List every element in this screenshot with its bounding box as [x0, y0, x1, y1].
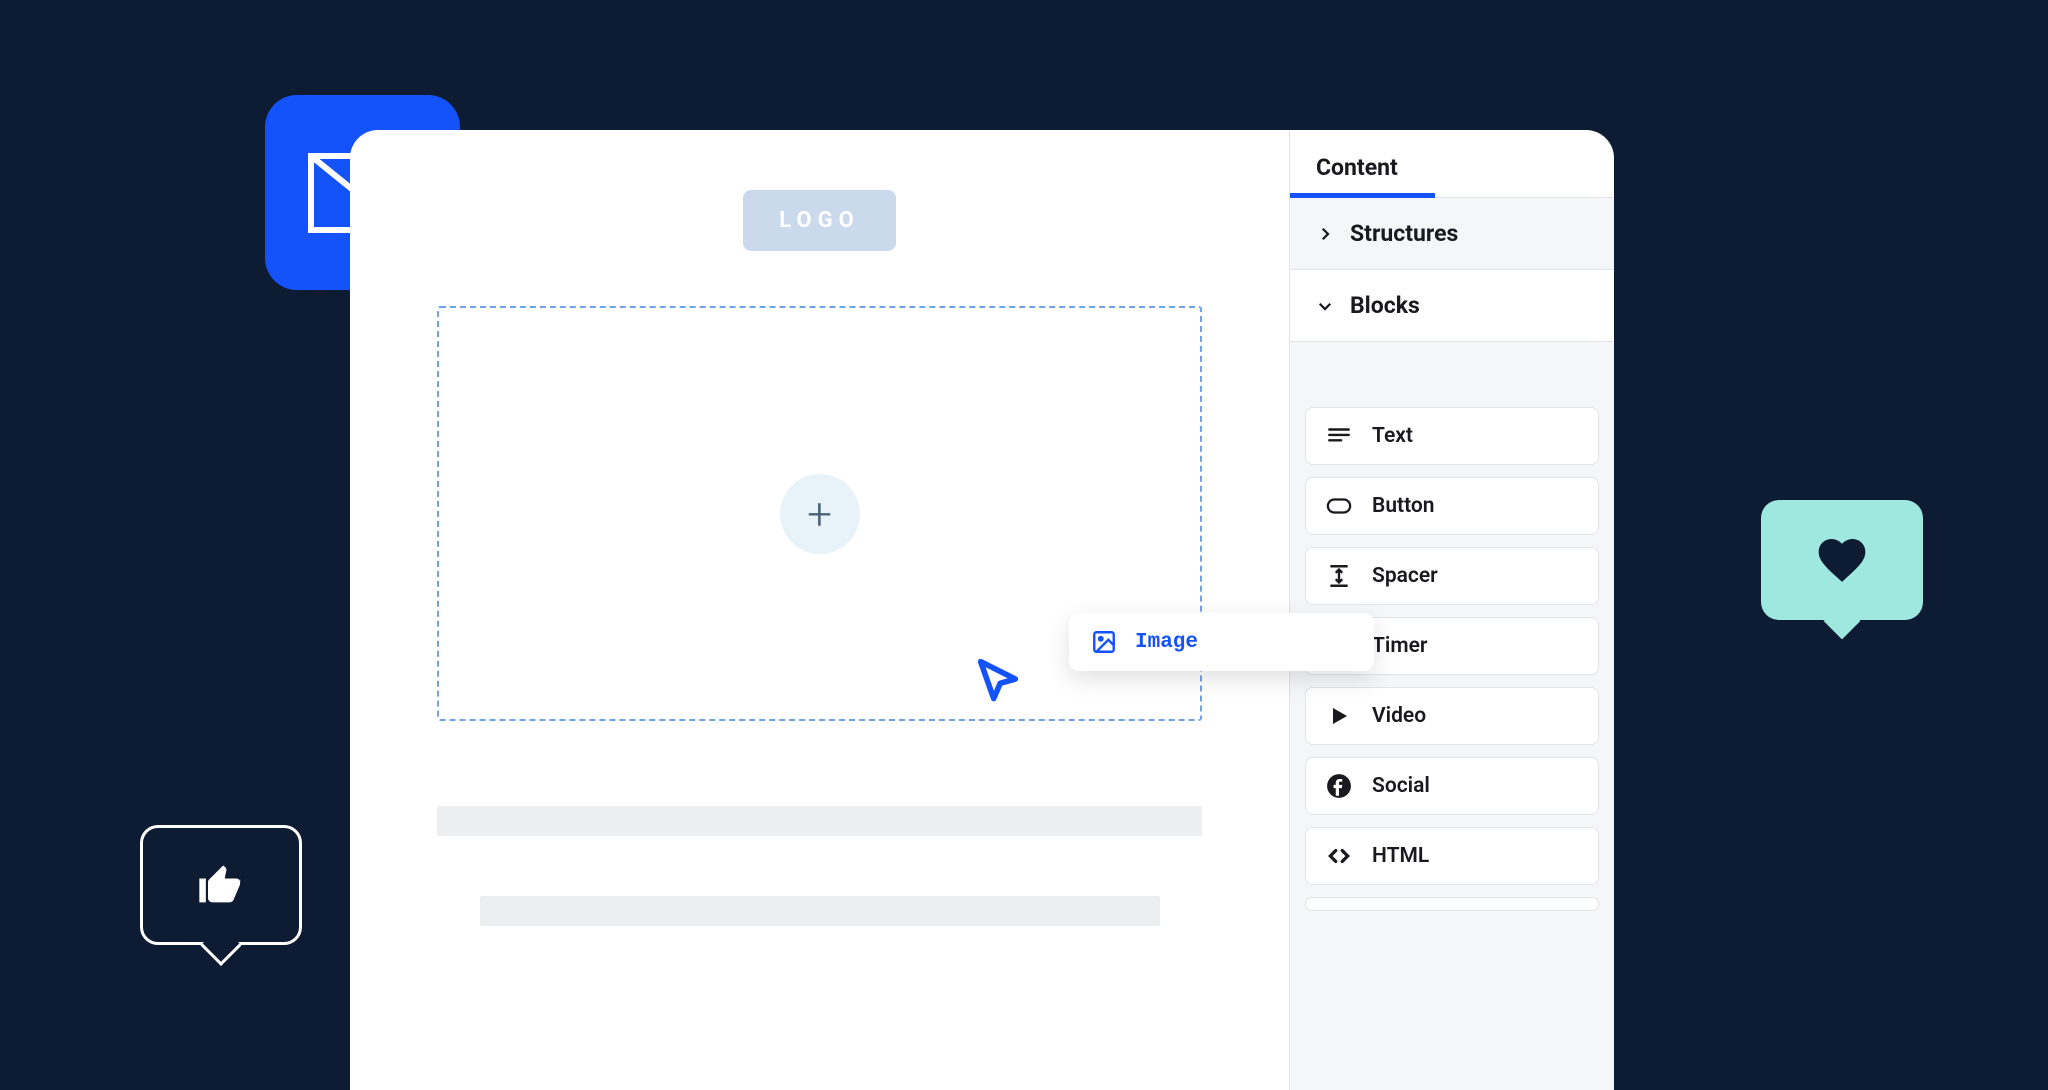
section-label: Structures: [1350, 220, 1458, 247]
block-label: Timer: [1372, 634, 1427, 658]
button-icon: [1326, 493, 1352, 519]
email-builder-window: LOGO + Image: [350, 130, 1614, 1090]
tab-content[interactable]: Content: [1290, 130, 1614, 198]
cursor-icon: [972, 653, 1024, 709]
thumbs-up-bubble: [140, 825, 302, 945]
section-label: Blocks: [1350, 292, 1420, 319]
thumbs-up-icon: [195, 859, 247, 911]
heart-bubble: [1761, 500, 1923, 620]
block-item-video[interactable]: Video: [1305, 687, 1599, 745]
dragging-block-preview[interactable]: Image: [1069, 613, 1374, 671]
block-label: Text: [1372, 424, 1413, 448]
blocks-panel: Text Button Spacer: [1290, 342, 1614, 1090]
block-label: Social: [1372, 774, 1430, 798]
heart-icon: [1814, 532, 1870, 588]
logo-placeholder[interactable]: LOGO: [743, 190, 896, 251]
block-label: Button: [1372, 494, 1435, 518]
text-placeholder-line: [480, 896, 1160, 926]
text-placeholder-line: [437, 806, 1202, 836]
block-label: Spacer: [1372, 564, 1438, 588]
add-block-button[interactable]: +: [780, 474, 860, 554]
section-structures[interactable]: Structures: [1290, 198, 1614, 270]
tab-label: Content: [1316, 154, 1398, 181]
social-icon: [1326, 773, 1352, 799]
block-item-button[interactable]: Button: [1305, 477, 1599, 535]
chevron-right-icon: [1316, 225, 1334, 243]
block-label: HTML: [1372, 844, 1429, 868]
image-icon: [1091, 629, 1117, 655]
block-item-partial[interactable]: [1305, 897, 1599, 911]
block-item-text[interactable]: Text: [1305, 407, 1599, 465]
block-item-spacer[interactable]: Spacer: [1305, 547, 1599, 605]
section-blocks[interactable]: Blocks: [1290, 270, 1614, 342]
block-label: Video: [1372, 704, 1426, 728]
drop-zone[interactable]: + Image: [437, 306, 1202, 721]
code-icon: [1326, 843, 1352, 869]
dragging-block-label: Image: [1135, 631, 1198, 654]
video-icon: [1326, 703, 1352, 729]
tab-active-indicator: [1290, 193, 1435, 198]
chevron-down-icon: [1316, 297, 1334, 315]
text-icon: [1326, 423, 1352, 449]
block-item-social[interactable]: Social: [1305, 757, 1599, 815]
sidebar: Content Structures Blocks Text: [1289, 130, 1614, 1090]
canvas-area[interactable]: LOGO + Image: [350, 130, 1289, 1090]
block-item-html[interactable]: HTML: [1305, 827, 1599, 885]
spacer-icon: [1326, 563, 1352, 589]
